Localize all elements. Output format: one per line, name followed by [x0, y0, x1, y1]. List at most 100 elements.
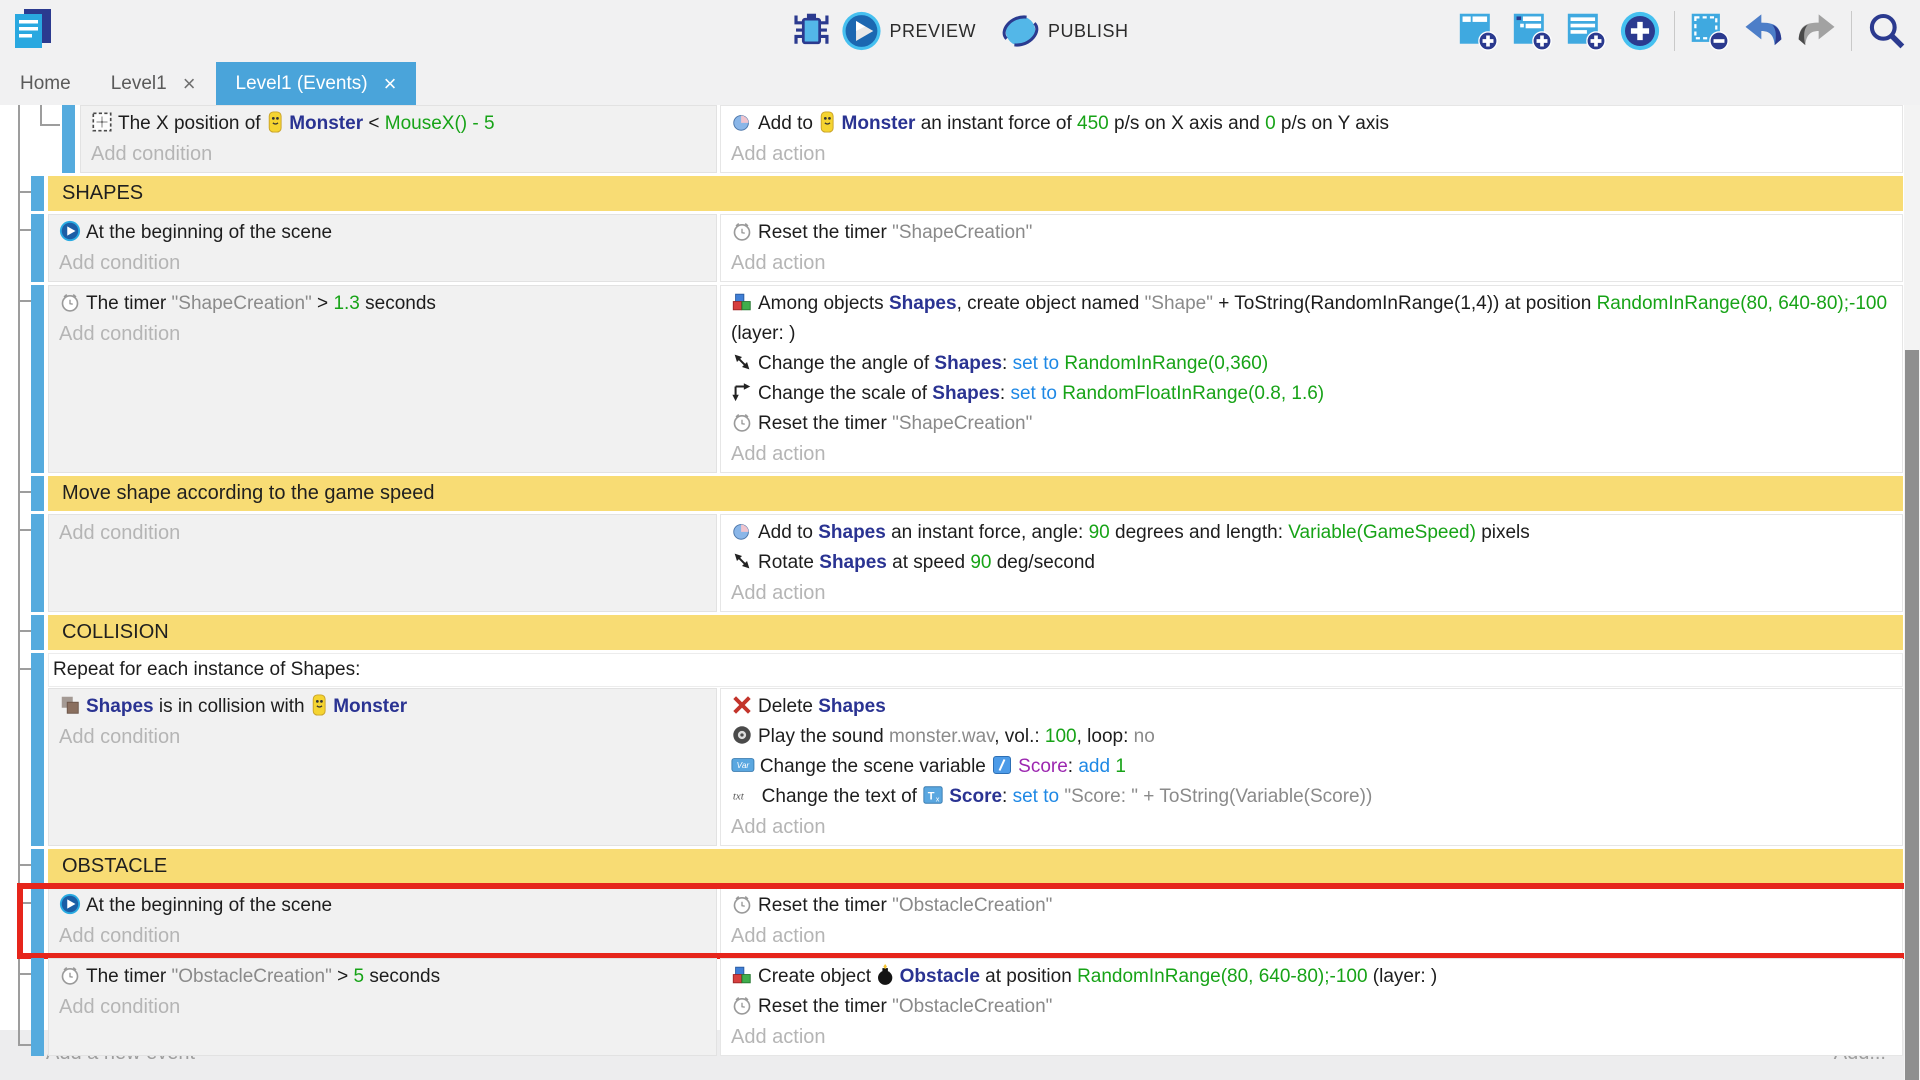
text-segment: 5 [353, 966, 364, 987]
event-selection-bar[interactable] [31, 615, 44, 650]
add-action-button[interactable]: Add action [731, 248, 1892, 278]
action-line[interactable]: Add to Monster an instant force of 450 p… [731, 109, 1892, 139]
publish-button[interactable]: PUBLISH [1000, 11, 1129, 51]
text-segment: an instant force of [915, 113, 1077, 134]
text-segment: monster.wav [889, 726, 994, 747]
event-selection-bar[interactable] [31, 653, 44, 846]
condition-line[interactable]: The X position of Monster < MouseX() - 5 [91, 109, 706, 139]
action-line[interactable]: VarChange the scene variable Score: add … [731, 752, 1892, 782]
text-segment: Score [949, 786, 1002, 807]
event-selection-bar[interactable] [31, 214, 44, 282]
variable-icon: Var [731, 752, 760, 782]
tab-label: Level1 (Events) [236, 73, 368, 95]
text-segment: seconds [364, 966, 440, 987]
add-condition-button[interactable]: Add condition [59, 992, 706, 1022]
add-comment-icon[interactable] [1566, 11, 1606, 51]
group-header[interactable]: SHAPES [48, 176, 1903, 211]
undo-icon[interactable] [1743, 11, 1783, 51]
redo-icon[interactable] [1797, 11, 1837, 51]
vertical-scrollbar[interactable] [1904, 105, 1920, 1080]
add-action-button[interactable]: Add action [731, 812, 1892, 842]
preview-button[interactable]: PREVIEW [841, 11, 976, 51]
foreach-header[interactable]: Repeat for each instance of Shapes: [48, 653, 1903, 687]
condition-line[interactable]: At the beginning of the scene [59, 218, 706, 248]
condition-line[interactable]: At the beginning of the scene [59, 891, 706, 921]
sound-icon [731, 722, 758, 752]
event-selection-bar[interactable] [31, 887, 44, 955]
monster-icon [818, 109, 841, 139]
event-group-row: COLLISION [0, 615, 1920, 650]
group-header[interactable]: OBSTACLE [48, 849, 1903, 884]
add-action-button[interactable]: Add action [731, 139, 1892, 169]
add-action-button[interactable]: Add action [731, 1022, 1892, 1052]
action-line[interactable]: Among objects Shapes, create object name… [731, 289, 1892, 349]
action-line[interactable]: Change the angle of Shapes: set to Rando… [731, 349, 1892, 379]
preview-play-icon[interactable] [841, 11, 881, 51]
condition-line[interactable]: The timer "ShapeCreation" > 1.3 seconds [59, 289, 706, 319]
text-segment: : [1000, 383, 1011, 404]
add-subevent-icon[interactable] [1512, 11, 1552, 51]
action-line[interactable]: Reset the timer "ShapeCreation" [731, 409, 1892, 439]
action-line[interactable]: Play the sound monster.wav, vol.: 100, l… [731, 722, 1892, 752]
text-object-icon: Tx [922, 782, 949, 812]
action-line[interactable]: Rotate Shapes at speed 90 deg/second [731, 548, 1892, 578]
add-condition-button[interactable]: Add condition [59, 921, 706, 951]
monster-icon [310, 692, 333, 722]
action-line[interactable]: Create object Obstacle at position Rando… [731, 962, 1892, 992]
event-selection-bar[interactable] [31, 849, 44, 884]
delete-selection-icon[interactable] [1689, 11, 1729, 51]
event-rail [0, 476, 48, 511]
add-condition-button[interactable]: Add condition [59, 722, 706, 752]
tab-close-icon[interactable]: × [183, 73, 196, 95]
debugger-icon[interactable] [791, 11, 831, 51]
text-segment: > [312, 293, 334, 314]
add-condition-button[interactable]: Add condition [59, 319, 706, 349]
timer-icon [731, 409, 758, 439]
action-line[interactable]: Change the scale of Shapes: set to Rando… [731, 379, 1892, 409]
action-line[interactable]: Add to Shapes an instant force, angle: 9… [731, 518, 1892, 548]
text-segment: , create object named [957, 293, 1145, 314]
event-selection-bar[interactable] [62, 105, 75, 173]
tab-level1[interactable]: Level1× [91, 62, 216, 105]
tab-close-icon[interactable]: × [384, 73, 397, 95]
app-logo-icon[interactable] [10, 6, 56, 52]
tab-level1-events-[interactable]: Level1 (Events) × [216, 62, 417, 105]
scrollbar-thumb[interactable] [1905, 350, 1919, 1080]
text-segment: 90 [1089, 522, 1110, 543]
publish-globe-icon[interactable] [1000, 11, 1040, 51]
group-header[interactable]: Move shape according to the game speed [48, 476, 1903, 511]
action-line[interactable]: Delete Shapes [731, 692, 1892, 722]
text-segment: "ShapeCreation" [892, 222, 1032, 243]
conditions-cell: The timer "ShapeCreation" > 1.3 secondsA… [48, 285, 717, 473]
event-selection-bar[interactable] [31, 476, 44, 511]
event-selection-bar[interactable] [31, 176, 44, 211]
group-header[interactable]: COLLISION [48, 615, 1903, 650]
action-line[interactable]: txtChange the text of TxScore: set to "S… [731, 782, 1892, 812]
event-selection-bar[interactable] [31, 285, 44, 473]
tab-home[interactable]: Home [0, 62, 91, 105]
add-circle-icon[interactable] [1620, 11, 1660, 51]
add-condition-button[interactable]: Add condition [59, 518, 706, 548]
event-row: The X position of Monster < MouseX() - 5… [0, 105, 1920, 173]
text-segment: Among objects [758, 293, 889, 314]
text-segment: p/s on X axis and [1109, 113, 1265, 134]
action-line[interactable]: Reset the timer "ObstacleCreation" [731, 891, 1892, 921]
add-event-icon[interactable] [1458, 11, 1498, 51]
text-segment: The X position of [118, 113, 266, 134]
add-action-button[interactable]: Add action [731, 578, 1892, 608]
add-action-button[interactable]: Add action [731, 439, 1892, 469]
event-selection-bar[interactable] [31, 958, 44, 1056]
condition-line[interactable]: Shapes is in collision with Monster [59, 692, 706, 722]
text-segment: Reset the timer [758, 222, 892, 243]
event-row: At the beginning of the sceneAdd conditi… [0, 214, 1920, 282]
event-selection-bar[interactable] [31, 514, 44, 612]
search-icon[interactable] [1866, 11, 1906, 51]
event-row: The timer "ShapeCreation" > 1.3 secondsA… [0, 285, 1920, 473]
add-action-button[interactable]: Add action [731, 921, 1892, 951]
add-condition-button[interactable]: Add condition [91, 139, 706, 169]
condition-line[interactable]: The timer "ObstacleCreation" > 5 seconds [59, 962, 706, 992]
add-condition-button[interactable]: Add condition [59, 248, 706, 278]
action-line[interactable]: Reset the timer "ObstacleCreation" [731, 992, 1892, 1022]
action-line[interactable]: Reset the timer "ShapeCreation" [731, 218, 1892, 248]
tab-bar: HomeLevel1× Level1 (Events) × [0, 62, 1920, 105]
